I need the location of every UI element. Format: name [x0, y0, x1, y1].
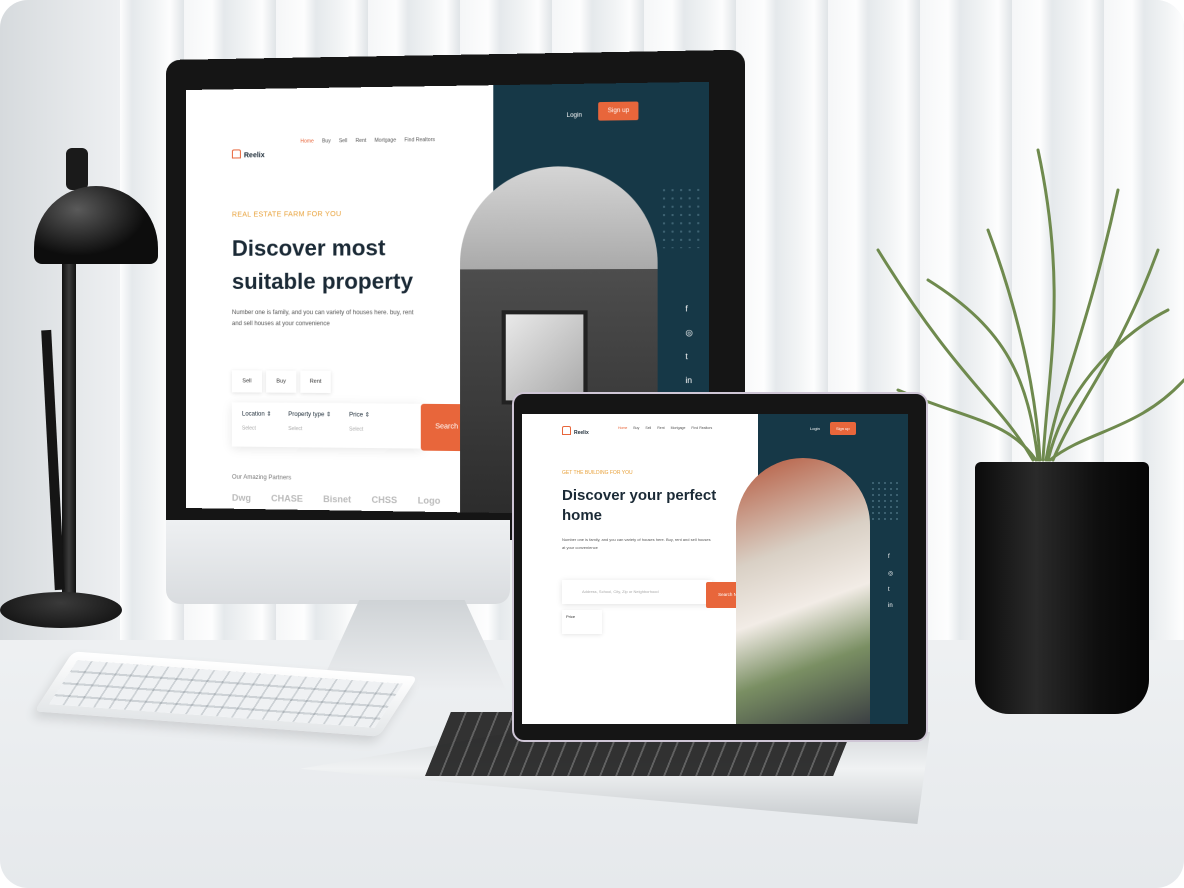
imac-chin: [166, 520, 510, 604]
tab-rent[interactable]: Rent: [300, 371, 330, 393]
nav-item-find-realtors[interactable]: Find Realtors: [404, 137, 435, 143]
nav-item-mortgage[interactable]: Mortgage: [374, 137, 396, 143]
laptop-display: Reelix Home Buy Sell Rent Mortgage Find …: [522, 414, 908, 724]
property-type-filter-label: Property type: [288, 412, 324, 418]
nav-item-buy[interactable]: Buy: [633, 426, 639, 430]
signup-button[interactable]: Sign up: [830, 422, 856, 435]
partner-logo: Dwg: [232, 493, 251, 503]
tab-buy[interactable]: Buy: [266, 370, 296, 392]
login-link[interactable]: Login: [810, 426, 820, 431]
house-logo-icon: [562, 426, 571, 435]
imac-site-logo[interactable]: Reelix: [232, 149, 265, 159]
imac-site-logo-text: Reelix: [244, 152, 265, 159]
nav-item-mortgage[interactable]: Mortgage: [671, 426, 686, 430]
price-filter-label: Price: [349, 412, 363, 418]
social-links: f ◎ t in: [685, 304, 692, 385]
signup-button[interactable]: Sign up: [598, 102, 639, 121]
nav-item-home[interactable]: Home: [618, 426, 627, 430]
nav-item-sell[interactable]: Sell: [339, 138, 347, 144]
price-filter-value: Select: [349, 427, 370, 433]
linkedin-icon[interactable]: in: [888, 603, 893, 609]
price-filter[interactable]: Price: [562, 610, 602, 634]
twitter-icon[interactable]: t: [888, 587, 893, 593]
hero-description: Number one is family, and you can variet…: [562, 536, 712, 551]
partner-logo: Logo: [418, 495, 441, 506]
hero-title: Discover most suitable property: [232, 231, 456, 298]
price-filter[interactable]: Price ⇕ Select: [349, 411, 370, 432]
instagram-icon[interactable]: ◎: [888, 570, 893, 577]
house-logo-icon: [232, 149, 241, 158]
listing-type-tabs: Sell Buy Rent: [232, 370, 335, 393]
partners-label: Our Amazing Partners: [232, 475, 291, 482]
lamp-base: [0, 592, 122, 628]
lamp-pole: [62, 260, 76, 600]
partner-logo: CHASE: [271, 493, 303, 504]
location-filter[interactable]: Location ⇕ Select: [242, 410, 272, 431]
social-links: f ◎ t in: [888, 554, 893, 609]
facebook-icon[interactable]: f: [685, 304, 692, 313]
lamp-joint: [66, 148, 88, 190]
partner-logo: Bisnet: [323, 494, 351, 505]
search-filters: Location ⇕ Select Property type ⇕ Select P…: [232, 402, 423, 448]
partner-logo: CHSS: [372, 495, 398, 506]
desk-scene: Reelix Home Buy Sell Rent Mortgage Find …: [0, 0, 1184, 888]
hero-title: Discover your perfect home: [562, 486, 732, 527]
hero-eyebrow: GET THE BUILDING FOR YOU: [562, 470, 633, 476]
facebook-icon[interactable]: f: [888, 554, 893, 560]
tab-sell[interactable]: Sell: [232, 370, 262, 392]
nav-item-buy[interactable]: Buy: [322, 138, 331, 144]
property-type-filter[interactable]: Property type ⇕ Select: [288, 411, 331, 433]
plant-pot: [975, 462, 1149, 714]
property-type-filter-value: Select: [288, 426, 331, 432]
house-window: [502, 310, 588, 405]
team-high-five-photo: [736, 458, 870, 724]
nav-item-find-realtors[interactable]: Find Realtors: [691, 426, 712, 430]
nav-item-rent[interactable]: Rent: [657, 426, 664, 430]
twitter-icon[interactable]: t: [685, 352, 692, 361]
hero-eyebrow: REAL ESTATE FARM FOR YOU: [232, 211, 342, 219]
hero-description: Number one is family, and you can variet…: [232, 308, 415, 331]
login-link[interactable]: Login: [567, 113, 582, 119]
nav-item-rent[interactable]: Rent: [356, 138, 367, 144]
nav-item-sell[interactable]: Sell: [645, 426, 651, 430]
laptop-site-left-panel: [522, 414, 758, 724]
instagram-icon[interactable]: ◎: [685, 328, 692, 337]
location-filter-value: Select: [242, 426, 272, 432]
dot-pattern: [870, 480, 900, 520]
location-filter-label: Location: [242, 411, 265, 417]
nav-item-home[interactable]: Home: [300, 138, 314, 144]
laptop-site-logo-text: Reelix: [574, 430, 589, 436]
linkedin-icon[interactable]: in: [685, 376, 692, 385]
laptop-site-logo[interactable]: Reelix: [562, 426, 589, 436]
dot-pattern: [660, 186, 703, 248]
laptop-site-nav: Home Buy Sell Rent Mortgage Find Realtor…: [618, 426, 712, 430]
search-input[interactable]: Address, School, City, Zip or Neighborho…: [562, 580, 712, 604]
